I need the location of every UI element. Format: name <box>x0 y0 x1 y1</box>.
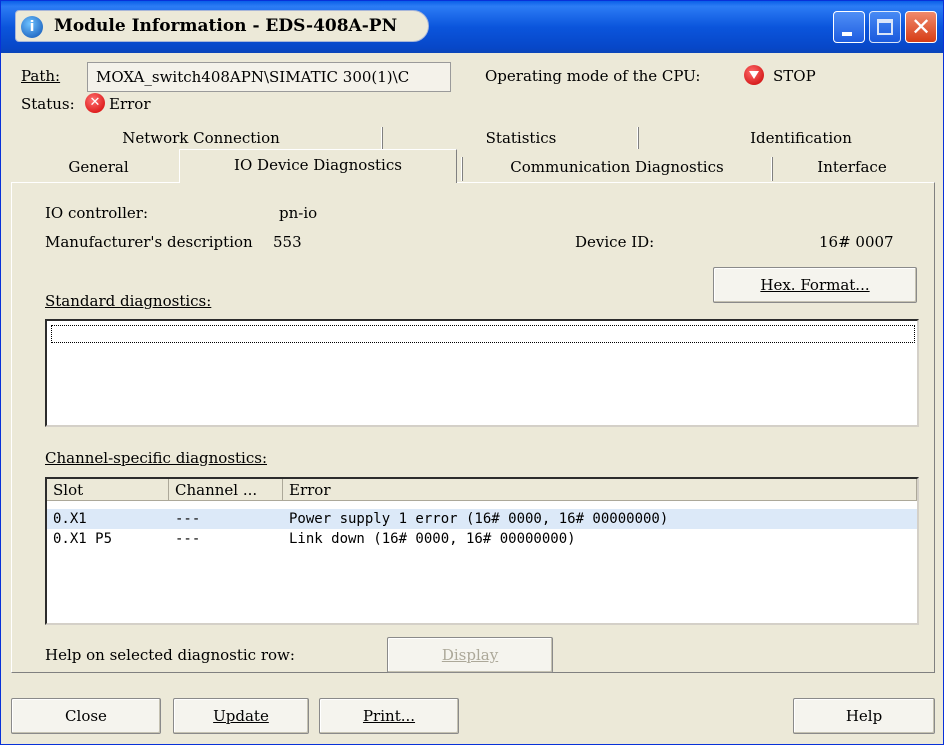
maximize-icon <box>877 19 893 35</box>
maximize-button[interactable] <box>869 11 901 43</box>
window-title: Module Information - EDS-408A-PN <box>54 16 398 36</box>
help-row-label: Help on selected diagnostic row: <box>45 646 295 664</box>
channel-diagnostics-label-text: Channel-specific diagnostics: <box>45 449 268 467</box>
standard-diagnostics-label: Standard diagnostics: <box>45 292 211 310</box>
channel-cell: --- <box>175 511 201 527</box>
display-button[interactable]: Display <box>387 637 553 673</box>
error-cell: Power supply 1 error (16# 0000, 16# 0000… <box>289 511 669 527</box>
status-label: Status: <box>21 95 75 113</box>
hex-format-label: Hex. Format... <box>760 276 870 294</box>
table-row[interactable]: 0.X1 --- Power supply 1 error (16# 0000,… <box>47 509 917 529</box>
path-label: Path: <box>21 67 60 85</box>
tab-statistics[interactable]: Statistics <box>441 125 601 151</box>
error-cell: Link down (16# 0000, 16# 00000000) <box>289 531 576 547</box>
status-value: Error <box>109 95 151 113</box>
tab-communication-diagnostics[interactable]: Communication Diagnostics <box>467 154 767 180</box>
help-button[interactable]: Help <box>793 698 935 734</box>
standard-diagnostics-list[interactable] <box>45 319 919 427</box>
tab-divider <box>637 127 639 149</box>
cpu-mode-value: STOP <box>773 67 816 85</box>
close-button[interactable]: Close <box>11 698 161 734</box>
hex-format-button[interactable]: Hex. Format... <box>713 267 917 303</box>
table-row[interactable]: 0.X1 P5 --- Link down (16# 0000, 16# 000… <box>47 529 917 549</box>
tab-network-connection[interactable]: Network Connection <box>71 125 331 151</box>
tab-divider <box>771 157 773 181</box>
stop-icon <box>744 65 764 85</box>
minimize-icon <box>842 32 852 36</box>
io-controller-label: IO controller: <box>45 204 149 222</box>
info-icon: i <box>21 16 43 38</box>
manufacturer-label: Manufacturer's description <box>45 233 253 251</box>
path-label-text: Path: <box>21 67 61 85</box>
print-button[interactable]: Print... <box>319 698 459 734</box>
table-header: Slot Channel ... Error <box>47 479 917 501</box>
title-pill: i Module Information - EDS-408A-PN <box>15 10 429 42</box>
tab-general[interactable]: General <box>21 154 176 180</box>
update-button[interactable]: Update <box>173 698 309 734</box>
device-id-value: 16# 0007 <box>819 233 894 251</box>
title-bar[interactable]: i Module Information - EDS-408A-PN ✕ <box>1 1 943 53</box>
minimize-button[interactable] <box>833 11 865 43</box>
device-id-label: Device ID: <box>575 233 655 251</box>
display-button-label: Display <box>441 646 499 664</box>
standard-diagnostics-label-text: Standard diagnostics: <box>45 292 212 310</box>
cpu-mode-label: Operating mode of the CPU: <box>485 67 701 85</box>
tab-divider <box>381 127 383 149</box>
io-controller-value: pn-io <box>279 204 318 222</box>
channel-cell: --- <box>175 531 201 547</box>
tab-identification[interactable]: Identification <box>691 125 911 151</box>
manufacturer-value: 553 <box>273 233 302 251</box>
focus-row <box>51 325 915 343</box>
channel-diagnostics-table[interactable]: Slot Channel ... Error 0.X1 --- Power su… <box>45 477 919 625</box>
tab-interface[interactable]: Interface <box>777 154 927 180</box>
column-header-error[interactable]: Error <box>283 479 917 501</box>
module-information-window: i Module Information - EDS-408A-PN ✕ Pat… <box>0 0 944 745</box>
slot-cell: 0.X1 <box>53 511 87 527</box>
print-button-label: Print... <box>362 707 416 725</box>
error-icon: ✕ <box>85 93 105 113</box>
path-field[interactable]: MOXA_switch408APN\SIMATIC 300(1)\C <box>87 62 451 92</box>
tab-io-device-diagnostics[interactable]: IO Device Diagnostics <box>179 149 457 183</box>
channel-diagnostics-label: Channel-specific diagnostics: <box>45 449 267 467</box>
column-header-slot[interactable]: Slot <box>47 479 169 501</box>
close-icon: ✕ <box>910 13 932 41</box>
slot-cell: 0.X1 P5 <box>53 531 113 547</box>
update-button-label: Update <box>213 707 269 725</box>
close-window-button[interactable]: ✕ <box>905 11 937 43</box>
column-header-channel[interactable]: Channel ... <box>169 479 283 501</box>
tab-divider <box>461 157 463 181</box>
